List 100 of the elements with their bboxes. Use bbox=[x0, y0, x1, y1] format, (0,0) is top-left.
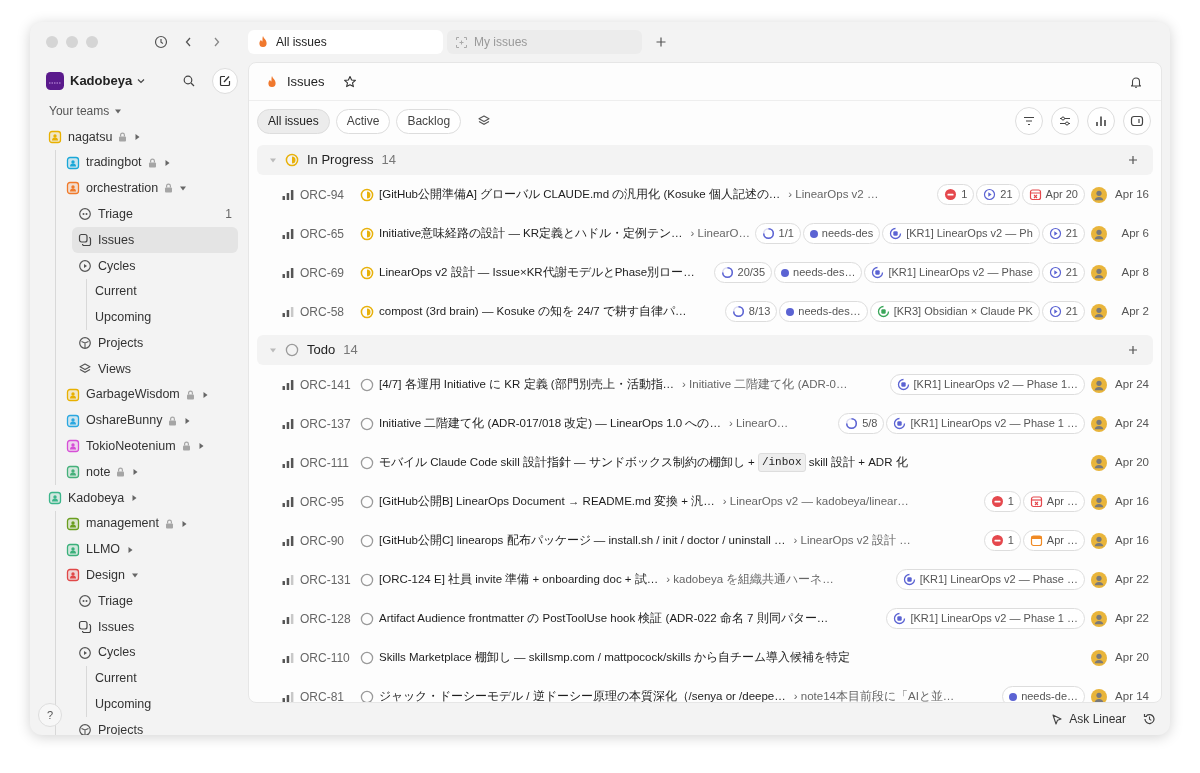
project-chip[interactable]: [KR1] LinearOps v2 — Ph bbox=[882, 223, 1040, 244]
progress-chip[interactable]: 8/13 bbox=[724, 301, 778, 322]
inline-code: /inbox bbox=[757, 453, 806, 472]
workspace-logo-icon bbox=[46, 72, 64, 90]
sidebar-item[interactable]: Current bbox=[89, 278, 238, 305]
team-item[interactable]: Design bbox=[60, 562, 238, 589]
tab[interactable]: All issues bbox=[248, 30, 443, 54]
teams-toggle[interactable]: Your teams bbox=[42, 100, 123, 122]
panel-icon bbox=[1130, 114, 1144, 128]
issue-id: ORC-111 bbox=[300, 454, 350, 472]
progress-chip[interactable]: 5/8 bbox=[838, 413, 885, 434]
filter-button[interactable] bbox=[1015, 107, 1043, 135]
sidebar-item[interactable]: Views bbox=[72, 356, 238, 382]
issue-id: ORC-141 bbox=[300, 376, 352, 394]
project-link[interactable]: › LinearO… bbox=[690, 224, 750, 243]
sidebar-item[interactable]: Cycles bbox=[72, 253, 238, 279]
cycle-icon bbox=[1048, 266, 1062, 279]
cycle-chip[interactable]: 21 bbox=[1041, 223, 1085, 244]
project-link[interactable]: › LinearOps v2 … bbox=[788, 185, 879, 204]
help-button[interactable]: ? bbox=[38, 703, 62, 727]
capture-icon bbox=[455, 35, 468, 49]
sidebar-item[interactable]: Triage bbox=[72, 588, 238, 615]
due-date-chip[interactable]: Apr … bbox=[1022, 530, 1085, 551]
relation-chip[interactable]: 1 bbox=[983, 491, 1021, 512]
issue-title: Initiative 二階建て化 (ADR-017/018 改定) — LinearOps 1.0 への… bbox=[379, 415, 721, 431]
search-icon bbox=[182, 74, 196, 88]
due-date-chip[interactable]: Apr 20 bbox=[1021, 184, 1085, 205]
cycle-chip[interactable]: 21 bbox=[1041, 262, 1085, 283]
progress-chip[interactable]: 20/35 bbox=[713, 262, 773, 283]
label-chip[interactable]: needs-des… bbox=[774, 262, 863, 283]
team-item[interactable]: nagatsu bbox=[42, 124, 238, 150]
project-link[interactable]: › LinearO… bbox=[728, 414, 789, 433]
project-chip[interactable]: [KR3] Obsidian × Claude PK bbox=[869, 301, 1040, 322]
team-item[interactable]: note bbox=[60, 459, 238, 486]
project-chip[interactable]: [KR1] LinearOps v2 — Phase bbox=[864, 262, 1040, 283]
project-link[interactable]: › note14本目前段に「AIと並… bbox=[793, 687, 955, 702]
team-item[interactable]: TokioNeotenium bbox=[60, 433, 238, 460]
details-panel-button[interactable] bbox=[1123, 107, 1151, 135]
team-item[interactable]: orchestration bbox=[60, 175, 238, 202]
sidebar-item[interactable]: Upcoming bbox=[89, 691, 238, 718]
avatar bbox=[1091, 571, 1107, 588]
avatar bbox=[1091, 303, 1107, 320]
project-link[interactable]: › LinearOps v2 — kadobeya/linear… bbox=[722, 492, 909, 511]
sidebar-item[interactable]: Issues bbox=[72, 227, 238, 253]
issue-id: ORC-69 bbox=[300, 264, 345, 282]
team-item[interactable]: tradingbot bbox=[60, 149, 238, 176]
blocked-icon bbox=[990, 495, 1004, 508]
team-item[interactable]: Kadobeya bbox=[42, 485, 238, 511]
sidebar-item[interactable]: Triage 1 bbox=[72, 201, 238, 228]
project-chip[interactable]: [KR1] LinearOps v2 — Phase … bbox=[895, 569, 1085, 590]
avatar bbox=[1091, 186, 1107, 203]
team-item[interactable]: OshareBunny bbox=[60, 407, 238, 434]
avatar bbox=[1091, 454, 1107, 471]
new-issue-button[interactable] bbox=[212, 68, 238, 94]
project-chip[interactable]: [KR1] LinearOps v2 — Phase 1 … bbox=[886, 413, 1085, 434]
issue-title: ジャック・ドーシーモデル / 逆ドーシー原理の本質深化（/senya or /deepe… bbox=[379, 688, 786, 702]
issue-id: ORC-128 bbox=[300, 610, 352, 628]
avatar bbox=[1091, 264, 1107, 281]
plus-icon bbox=[654, 35, 668, 49]
cycle-chip[interactable]: 21 bbox=[976, 184, 1020, 205]
insights-button[interactable] bbox=[1087, 107, 1115, 135]
filter-tab[interactable]: Active bbox=[335, 108, 391, 134]
relation-chip[interactable]: 1 bbox=[983, 530, 1021, 551]
display-options-button[interactable] bbox=[1051, 107, 1079, 135]
relation-chip[interactable]: 1 bbox=[937, 184, 975, 205]
due-date-chip[interactable]: Apr … bbox=[1022, 491, 1085, 512]
issue-id: ORC-131 bbox=[300, 571, 352, 589]
project-link[interactable]: › Initiative 二階建て化 (ADR-0… bbox=[682, 375, 848, 394]
cycle-icon bbox=[1048, 305, 1062, 318]
filter-tab[interactable]: All issues bbox=[257, 108, 330, 134]
avatar bbox=[1091, 649, 1107, 666]
sidebar-item[interactable]: Projects bbox=[72, 330, 238, 357]
label-chip[interactable]: needs-des… bbox=[779, 301, 868, 322]
issue-date: Apr 16 bbox=[1114, 493, 1149, 509]
team-item[interactable]: LLMO bbox=[60, 536, 238, 563]
sidebar-item[interactable]: Current bbox=[89, 665, 238, 692]
avatar bbox=[1091, 532, 1107, 549]
project-chip[interactable]: [KR1] LinearOps v2 — Phase 1… bbox=[889, 374, 1085, 395]
label-chip[interactable]: needs-des bbox=[802, 223, 881, 244]
cycle-chip[interactable]: 21 bbox=[1041, 301, 1085, 322]
filter-tab[interactable]: Backlog bbox=[396, 108, 462, 134]
history-button[interactable] bbox=[152, 33, 170, 51]
star-icon bbox=[342, 74, 357, 89]
project-chip[interactable]: [KR1] LinearOps v2 — Phase 1 … bbox=[886, 608, 1085, 629]
team-item[interactable]: GarbageWisdom bbox=[60, 381, 238, 408]
sidebar-item[interactable]: Upcoming bbox=[89, 304, 238, 331]
ask-linear-button[interactable]: Ask Linear bbox=[1050, 710, 1126, 728]
cursor-icon bbox=[1050, 712, 1064, 726]
item-count: 1 bbox=[225, 206, 232, 224]
flame-icon bbox=[256, 35, 270, 49]
workspace-switcher[interactable]: Kadobeya bbox=[70, 71, 147, 91]
triage-icon bbox=[78, 594, 92, 609]
project-link[interactable]: › kadobeya を組織共通ハーネ… bbox=[666, 570, 834, 589]
project-link[interactable]: › LinearOps v2 設計 … bbox=[793, 531, 911, 550]
team-item[interactable]: management bbox=[60, 510, 238, 537]
sidebar-item[interactable]: Cycles bbox=[72, 639, 238, 666]
calendar-icon bbox=[1028, 188, 1042, 201]
progress-chip[interactable]: 1/1 bbox=[754, 223, 801, 244]
label-chip[interactable]: needs-de… bbox=[1002, 686, 1085, 702]
sidebar-item[interactable]: Issues bbox=[72, 614, 238, 640]
